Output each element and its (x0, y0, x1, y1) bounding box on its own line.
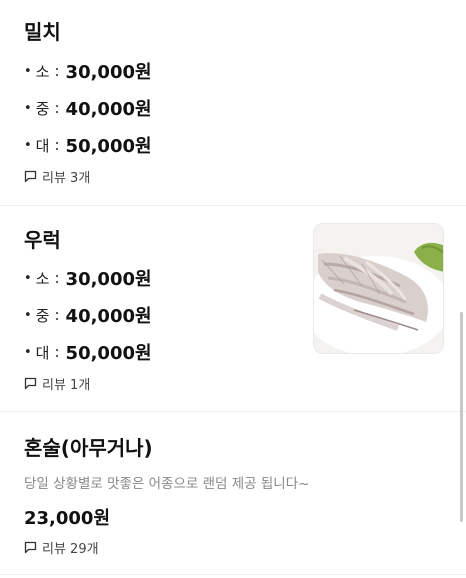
size-label: 소 (35, 269, 50, 288)
bullet: • (24, 344, 32, 360)
price-row-small: • 소 : 30,000원 (24, 58, 152, 84)
review-count[interactable]: 리뷰 1개 (24, 374, 90, 393)
separator: : (54, 343, 60, 361)
menu-item-name: 우럭 (24, 228, 61, 252)
menu-list: 밀치 • 소 : 30,000원 • 중 : 40,000원 • 대 : 50,… (0, 0, 466, 578)
bullet: • (24, 137, 32, 153)
price-amount: 50,000원 (65, 343, 152, 364)
price-row-medium: • 중 : 40,000원 (24, 95, 152, 121)
price-row-medium: • 중 : 40,000원 (24, 302, 152, 328)
bullet: • (24, 307, 32, 323)
price-amount: 40,000원 (65, 306, 152, 327)
price-amount: 30,000원 (65, 62, 152, 83)
review-count[interactable]: 리뷰 3개 (24, 167, 90, 186)
menu-item-milchi[interactable]: 밀치 • 소 : 30,000원 • 중 : 40,000원 • 대 : 50,… (0, 0, 466, 205)
review-count[interactable]: 리뷰 29개 (24, 538, 99, 557)
review-label: 리뷰 1개 (42, 378, 91, 393)
size-label: 대 (35, 343, 50, 362)
separator: : (54, 306, 60, 324)
separator: : (54, 99, 60, 117)
divider (0, 574, 466, 575)
review-label: 리뷰 29개 (42, 542, 99, 557)
speech-bubble-icon (24, 541, 37, 554)
speech-bubble-icon (24, 170, 37, 183)
sliced-fish-image (314, 224, 443, 353)
review-label: 리뷰 3개 (42, 171, 91, 186)
bullet: • (24, 100, 32, 116)
size-label: 소 (35, 62, 50, 81)
menu-item-name: 혼술(아무거나) (24, 436, 153, 460)
scrollbar[interactable] (460, 312, 463, 522)
price-amount: 23,000원 (24, 508, 111, 529)
menu-item-description: 당일 상황별로 맛좋은 어종으로 랜덤 제공 됩니다~ (24, 476, 310, 492)
size-label: 대 (35, 136, 50, 155)
size-label: 중 (35, 99, 50, 118)
price-row-large: • 대 : 50,000원 (24, 339, 152, 365)
menu-item-photo[interactable] (313, 223, 444, 354)
speech-bubble-icon (24, 377, 37, 390)
price-row-large: • 대 : 50,000원 (24, 132, 152, 158)
price-amount: 50,000원 (65, 136, 152, 157)
price-amount: 40,000원 (65, 99, 152, 120)
bullet: • (24, 63, 32, 79)
price-row-small: • 소 : 30,000원 (24, 265, 152, 291)
separator: : (54, 62, 60, 80)
bullet: • (24, 270, 32, 286)
separator: : (54, 136, 60, 154)
price-amount: 30,000원 (65, 269, 152, 290)
size-label: 중 (35, 306, 50, 325)
menu-item-name: 밀치 (24, 20, 61, 44)
menu-item-honsul[interactable]: 혼술(아무거나) 당일 상황별로 맛좋은 어종으로 랜덤 제공 됩니다~ 23,… (0, 412, 466, 578)
separator: : (54, 269, 60, 287)
